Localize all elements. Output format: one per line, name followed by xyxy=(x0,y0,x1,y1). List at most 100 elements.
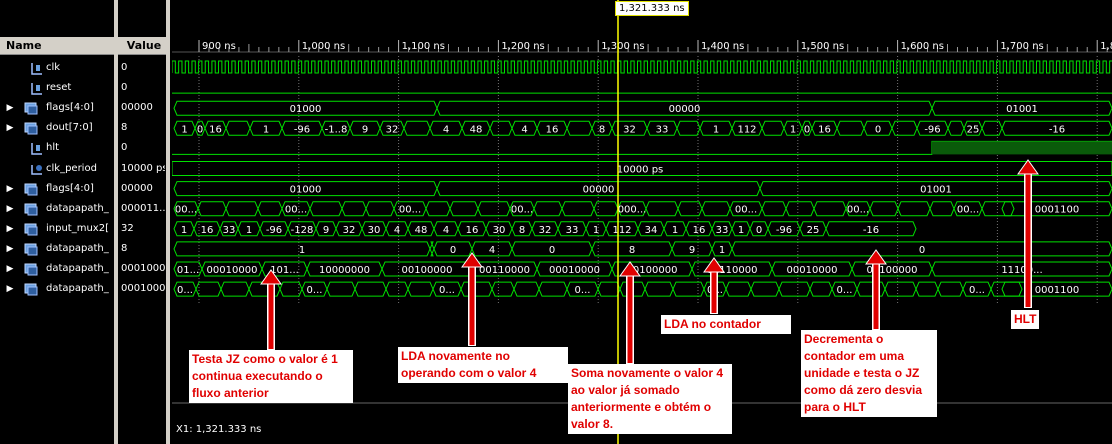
hlt-high-fill xyxy=(932,141,1112,155)
ruler-tick-label: 1,300 ns xyxy=(601,41,644,52)
dout-bus-segment xyxy=(566,120,593,136)
input-mux-bus-label: 4 xyxy=(443,225,449,236)
datapath3-bus-label: 4 xyxy=(489,245,495,256)
datapath5-bus-segment xyxy=(884,281,917,297)
input-mux-bus-label: 33 xyxy=(566,225,579,236)
expand-arrow-icon[interactable]: ▶ xyxy=(5,179,15,199)
input-mux-bus-label: 25 xyxy=(807,225,820,236)
datapath4-bus-label: 10000000 xyxy=(319,265,370,276)
input-mux-bus-label: 16 xyxy=(466,225,479,236)
dout-bus-label: 1 xyxy=(263,124,269,135)
datapath5-bus-segment xyxy=(937,281,964,297)
dout-bus-label: -96 xyxy=(924,124,940,135)
datapath5-bus-label: 0001100 xyxy=(1035,285,1080,296)
signal-name: datapapath_ xyxy=(46,242,109,254)
datapath1-bus-label: 00... xyxy=(511,205,533,216)
panel-divider[interactable] xyxy=(166,0,170,444)
ruler-tick-label: 1,100 ns xyxy=(402,41,445,52)
datapath1-bus-segment xyxy=(701,201,731,217)
dout-bus-segment xyxy=(761,120,785,136)
cursor-status: X1: 1,321.333 ns xyxy=(176,424,262,435)
input-mux-bus-label: 16 xyxy=(693,225,706,236)
dout-bus-segment xyxy=(981,120,1003,136)
name-column-header[interactable]: Name xyxy=(0,37,120,55)
datapath5-bus-segment xyxy=(778,281,811,297)
signal-row[interactable]: ▶ flags[4:0] 00000 xyxy=(0,179,166,199)
flags-bus-label: 01001 xyxy=(1006,104,1038,115)
signal-row[interactable]: clk 0 xyxy=(0,58,166,78)
signal-row[interactable]: clk_period 10000 ps xyxy=(0,159,166,179)
expand-arrow-icon[interactable]: ▶ xyxy=(5,98,15,118)
signal-row[interactable]: ▶ flags[4:0] 00000 xyxy=(0,98,166,118)
signal-row[interactable]: reset 0 xyxy=(0,78,166,98)
expand-arrow-icon[interactable]: ▶ xyxy=(5,279,15,299)
datapath3-bus-label: 0 xyxy=(549,245,555,256)
signal-value: 32 xyxy=(121,222,134,234)
datapath1-bus-segment xyxy=(197,201,227,217)
datapath3-bus-label: 9 xyxy=(689,245,695,256)
input-mux-bus-label: 1 xyxy=(738,225,744,236)
input-mux-bus-label: 112 xyxy=(612,225,631,236)
datapath5-bus-segment xyxy=(195,281,222,297)
input-mux-bus-label: 1 xyxy=(593,225,599,236)
datapath1-bus-segment xyxy=(225,201,259,217)
datapath3-bus-label: 0 xyxy=(919,245,925,256)
dout-bus-label: 33 xyxy=(656,124,669,135)
datapath5-bus-label: 0... xyxy=(837,285,853,296)
signal-row[interactable]: ▶ datapapath_ 00010000 xyxy=(0,279,166,299)
bus-signal-icon xyxy=(24,122,38,135)
dout-bus-label: 32 xyxy=(386,124,399,135)
dout-bus-label: 4 xyxy=(443,124,449,135)
datapath1-bus-label: 00... xyxy=(175,205,197,216)
datapath1-bus-segment xyxy=(929,201,955,217)
signal-row[interactable]: ▶ datapapath_ 8 xyxy=(0,239,166,259)
ruler-tick-label: 1,8 xyxy=(1100,41,1112,52)
expand-arrow-icon[interactable]: ▶ xyxy=(5,219,15,239)
dout-bus-label: 8 xyxy=(599,124,605,135)
annotation-decrementa: Decrementa o contador em uma unidade e t… xyxy=(801,330,937,417)
flags-bus-label: 01000 xyxy=(290,104,322,115)
signal-row[interactable]: ▶ datapapath_ 00010000 xyxy=(0,259,166,279)
bus-signal-icon xyxy=(24,183,38,196)
dout-bus-label: 16 xyxy=(818,124,831,135)
bit-signal-icon xyxy=(31,63,42,75)
datapath1-bus-segment xyxy=(981,201,1015,217)
signal-name: clk xyxy=(46,62,61,73)
datapath5-bus-segment xyxy=(326,281,356,297)
datapath4-bus-label: 00110000 xyxy=(479,265,530,276)
datapath3-bus-label: 0 xyxy=(450,245,456,256)
signal-row[interactable]: ▶ dout[7:0] 8 xyxy=(0,118,166,138)
datapath1-bus-label: 0001100 xyxy=(1035,205,1080,216)
dout-bus-label: 1 xyxy=(790,124,796,135)
dout-bus-label: 9 xyxy=(362,124,368,135)
dout-bus-segment xyxy=(489,120,513,136)
datapath1-bus-segment xyxy=(365,201,395,217)
signal-value: 8 xyxy=(121,122,128,134)
signal-row[interactable]: ▶ input_mux2[32 xyxy=(0,219,166,239)
dout-bus-label: 25 xyxy=(967,124,980,135)
datapath3-bus-segment xyxy=(429,241,435,257)
arrow-jz-shaft xyxy=(268,281,274,349)
bus-signal-icon xyxy=(24,203,38,216)
signal-row[interactable]: hlt 0 xyxy=(0,138,166,158)
dout-bus-label: 32 xyxy=(623,124,636,135)
dout-bus-label: 1 xyxy=(713,124,719,135)
expand-arrow-icon[interactable]: ▶ xyxy=(5,199,15,219)
datapath4-bus-label: 00010000 xyxy=(207,265,258,276)
expand-arrow-icon[interactable]: ▶ xyxy=(5,239,15,259)
input-mux-bus-label: 1 xyxy=(246,225,252,236)
expand-arrow-icon[interactable]: ▶ xyxy=(5,118,15,138)
datapath4-bus-label: 01... xyxy=(177,265,199,276)
cursor-time-label: 1,321.333 ns xyxy=(615,1,689,16)
input-mux-bus-label: 4 xyxy=(394,225,400,236)
bit-signal-icon xyxy=(31,143,42,156)
signal-row[interactable]: ▶ datapapath_ 000011... xyxy=(0,199,166,219)
expand-arrow-icon[interactable]: ▶ xyxy=(5,259,15,279)
datapath1-bus-segment xyxy=(761,201,787,217)
value-column-header[interactable]: Value xyxy=(120,37,168,55)
datapath1-bus-segment xyxy=(425,201,451,217)
dout-bus-segment xyxy=(676,120,701,136)
datapath3-bus-label: 1 xyxy=(299,245,305,256)
input-mux-bus-label: 33 xyxy=(223,225,236,236)
signal-value: 00010000 xyxy=(121,283,165,295)
